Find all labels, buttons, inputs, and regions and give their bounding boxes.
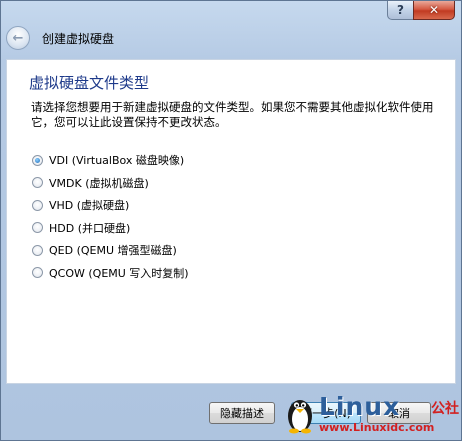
option-label: QCOW (QEMU 写入时复制): [49, 266, 189, 280]
option-label: VHD (虚拟硬盘): [49, 199, 130, 213]
page-description: 请选择您想要用于新建虚拟硬盘的文件类型。如果您不需要其他虚拟化软件使用它，您可以…: [31, 100, 434, 129]
caption-buttons: ? ✕: [387, 1, 455, 20]
option-vdi[interactable]: VDI (VirtualBox 磁盘映像): [32, 149, 189, 172]
radio-button-checked[interactable]: [32, 154, 43, 166]
option-hdd[interactable]: HDD (并口硬盘): [32, 217, 189, 240]
option-label: QED (QEMU 增强型磁盘): [49, 244, 177, 258]
option-label: HDD (并口硬盘): [49, 221, 131, 235]
watermark: Linux 公社 www.Linuxidc.com: [283, 392, 461, 440]
option-qed[interactable]: QED (QEMU 增强型磁盘): [32, 239, 189, 262]
close-button[interactable]: ✕: [413, 1, 455, 20]
watermark-logo-text: Linux: [319, 392, 401, 421]
option-qcow[interactable]: QCOW (QEMU 写入时复制): [32, 262, 189, 285]
page-title: 虚拟硬盘文件类型: [29, 74, 150, 92]
back-arrow-icon: ←: [12, 30, 24, 46]
option-vmdk[interactable]: VMDK (虚拟机磁盘): [32, 172, 189, 195]
option-label: VMDK (虚拟机磁盘): [49, 176, 149, 190]
watermark-suffix: 公社: [431, 401, 459, 417]
help-button[interactable]: ?: [387, 1, 414, 20]
wizard-header: ← 创建虚拟硬盘: [6, 26, 114, 50]
radio-button[interactable]: [32, 244, 43, 256]
hide-description-button[interactable]: 隐藏描述: [209, 402, 275, 424]
option-vhd[interactable]: VHD (虚拟硬盘): [32, 194, 189, 217]
tux-penguin-icon: [288, 400, 312, 434]
radio-button[interactable]: [32, 222, 43, 234]
radio-button[interactable]: [32, 177, 43, 189]
radio-button[interactable]: [32, 199, 43, 211]
file-type-options: VDI (VirtualBox 磁盘映像) VMDK (虚拟机磁盘) VHD (…: [32, 149, 189, 284]
radio-button[interactable]: [32, 267, 43, 279]
wizard-window: ? ✕ ← 创建虚拟硬盘 虚拟硬盘文件类型 请选择您想要用于新建虚拟硬盘的文件类…: [0, 0, 462, 441]
option-label: VDI (VirtualBox 磁盘映像): [49, 154, 185, 168]
watermark-url: www.Linuxidc.com: [319, 421, 435, 434]
wizard-title: 创建虚拟硬盘: [42, 31, 115, 46]
back-button[interactable]: ←: [6, 26, 30, 50]
content-panel: 虚拟硬盘文件类型 请选择您想要用于新建虚拟硬盘的文件类型。如果您不需要其他虚拟化…: [6, 59, 456, 384]
